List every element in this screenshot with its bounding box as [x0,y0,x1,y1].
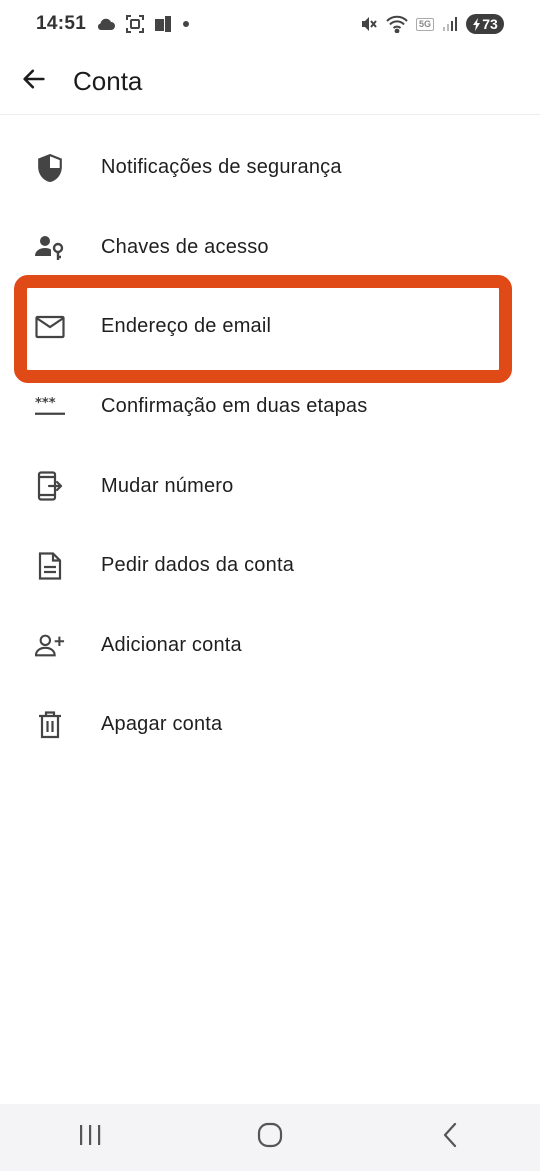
status-bar: 14:51 5G 73 [0,0,540,48]
mute-icon [360,15,378,33]
status-time: 14:51 [36,13,87,34]
back-icon [441,1122,459,1153]
battery-level: 73 [482,16,498,32]
system-nav-bar [0,1104,540,1171]
back-button[interactable] [14,61,54,101]
menu-item-label: Adicionar conta [101,633,242,656]
document-icon [35,551,65,581]
trash-icon [35,710,65,740]
battery-icon: 73 [466,14,504,34]
menu-item-change-number[interactable]: Mudar número [0,446,540,526]
screenshot-icon [126,15,145,33]
recents-button[interactable] [60,1113,120,1163]
wifi-icon [386,15,408,33]
menu-item-request-account-info[interactable]: Pedir dados da conta [0,526,540,606]
menu-item-label: Notificações de segurança [101,156,342,179]
status-bar-left: 14:51 [36,13,190,35]
svg-text:***: *** [35,396,56,411]
home-icon [257,1122,283,1153]
phone-transfer-icon [35,471,65,501]
menu-item-label: Apagar conta [101,713,223,736]
home-button[interactable] [240,1113,300,1163]
menu-item-security-notifications[interactable]: Notificações de segurança [0,128,540,208]
arrow-left-icon [20,65,48,98]
network-5g-badge: 5G [415,17,434,31]
password-dots-icon: *** [35,392,65,422]
status-bar-right: 5G 73 [360,14,504,34]
menu-item-two-step-verification[interactable]: *** Confirmação em duas etapas [0,367,540,447]
menu-item-label: Pedir dados da conta [101,554,295,577]
cloud-icon [96,17,116,31]
page-title: Conta [73,65,143,96]
menu-item-add-account[interactable]: Adicionar conta [0,606,540,686]
mail-icon [35,312,65,342]
menu-item-label: Confirmação em duas etapas [101,395,368,418]
shield-icon [35,153,65,183]
sim-icon [154,15,172,33]
person-key-icon [35,232,65,262]
add-person-icon [35,630,65,660]
dot-icon [182,20,190,28]
menu-item-label: Chaves de acesso [101,235,269,258]
signal-icon [442,16,458,32]
menu-item-label: Endereço de email [101,315,272,338]
menu-item-label: Mudar número [101,474,234,497]
menu-item-passkeys[interactable]: Chaves de acesso [0,208,540,288]
menu-item-delete-account[interactable]: Apagar conta [0,685,540,765]
menu-item-email-address[interactable]: Endereço de email [0,287,540,367]
account-menu: Notificações de segurança Chaves de aces… [0,128,540,765]
system-back-button[interactable] [420,1113,480,1163]
recents-icon [78,1124,102,1151]
app-bar: Conta [0,48,540,115]
